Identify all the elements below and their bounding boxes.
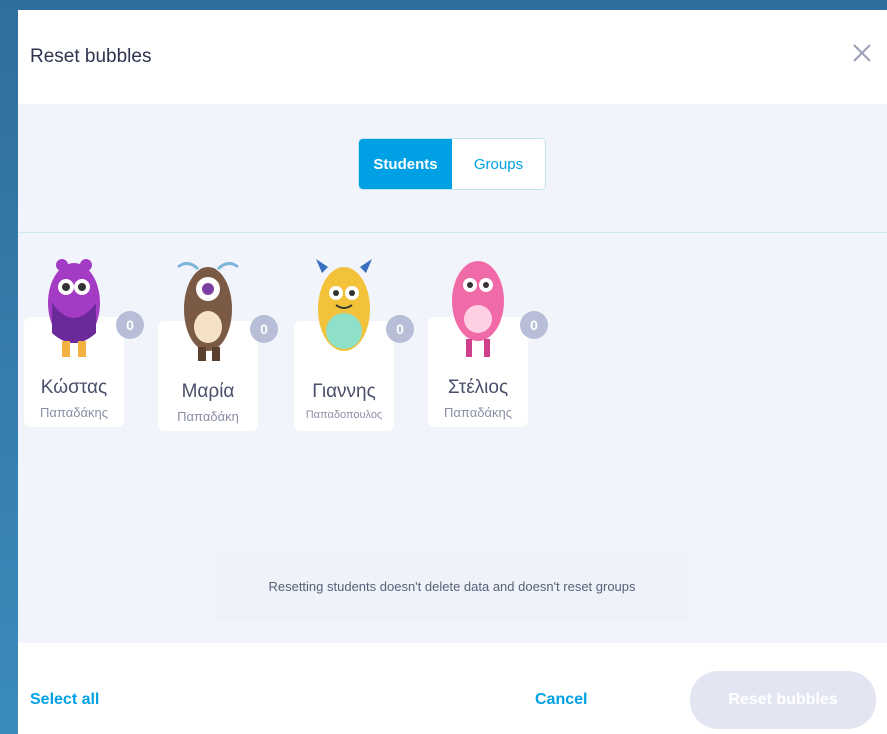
select-all-link[interactable]: Select all bbox=[30, 691, 99, 709]
points-badge: 0 bbox=[386, 315, 414, 343]
student-card[interactable]: 0 Μαρία Παπαδάκη bbox=[158, 247, 278, 431]
students-list: 0 Κώστας Παπαδάκης 0 Μαρία Παπαδάκη 0 Γι… bbox=[18, 233, 887, 643]
cancel-button[interactable]: Cancel bbox=[535, 691, 587, 709]
dialog-footer: Select all Cancel Reset bubbles bbox=[18, 643, 887, 734]
student-first-name: Κώστας bbox=[40, 377, 108, 398]
student-card[interactable]: 0 Γιαννης Παπαδοπουλος bbox=[294, 247, 414, 431]
dialog-title: Reset bubbles bbox=[30, 46, 152, 67]
points-badge: 0 bbox=[250, 315, 278, 343]
student-avatar-monster bbox=[452, 261, 504, 357]
tab-bar: Students Groups bbox=[18, 104, 887, 233]
reset-bubbles-button[interactable]: Reset bubbles bbox=[690, 671, 876, 729]
tab-groups[interactable]: Groups bbox=[452, 139, 545, 189]
student-first-name: Γιαννης bbox=[312, 381, 376, 402]
dialog-header: Reset bubbles bbox=[18, 10, 887, 104]
student-last-name: Παπαδάκης bbox=[40, 405, 108, 420]
student-last-name: Παπαδάκης bbox=[444, 405, 512, 420]
student-first-name: Στέλιος bbox=[447, 377, 509, 398]
student-first-name: Μαρία bbox=[181, 381, 235, 402]
close-icon bbox=[853, 44, 871, 62]
student-avatar-monster bbox=[48, 259, 100, 357]
student-last-name: Παπαδάκη bbox=[177, 409, 239, 424]
student-card[interactable]: 0 Στέλιος Παπαδάκης bbox=[428, 243, 548, 427]
student-avatar-monster bbox=[316, 259, 372, 351]
reset-notice: Resetting students doesn't delete data a… bbox=[216, 551, 688, 621]
segmented-control: Students Groups bbox=[358, 138, 546, 190]
points-badge: 0 bbox=[520, 311, 548, 339]
student-last-name: Παπαδοπουλος bbox=[305, 409, 383, 421]
close-button[interactable] bbox=[849, 40, 875, 66]
student-card[interactable]: 0 Κώστας Παπαδάκης bbox=[24, 243, 144, 427]
reset-bubbles-dialog: Reset bubbles Students Groups 0 Κώστας Π… bbox=[18, 10, 887, 734]
points-badge: 0 bbox=[116, 311, 144, 339]
student-avatar-monster bbox=[177, 262, 239, 361]
tab-students[interactable]: Students bbox=[359, 139, 452, 189]
